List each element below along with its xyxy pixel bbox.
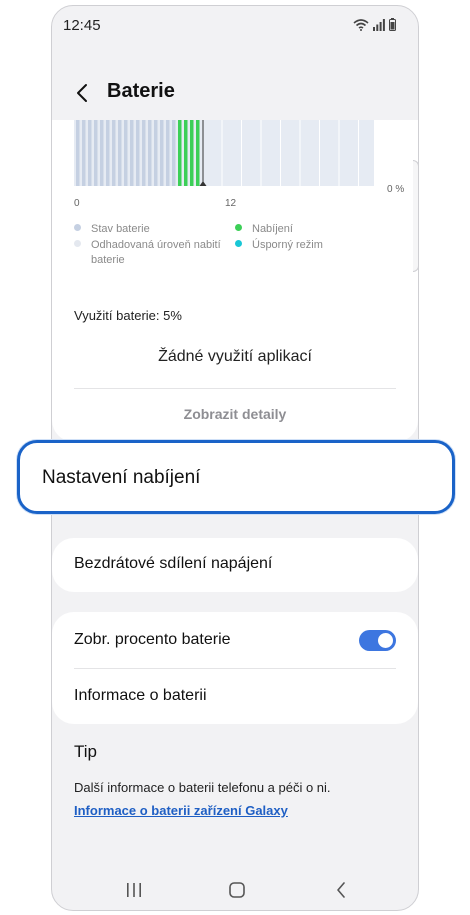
battery-icon xyxy=(389,18,396,31)
chart-bar-state xyxy=(154,120,158,186)
wifi-icon xyxy=(353,19,369,31)
chart-bar-state xyxy=(82,120,86,186)
legend-dot xyxy=(74,224,81,231)
battery-info-row[interactable]: Informace o baterii xyxy=(52,669,418,724)
legend-dot xyxy=(235,224,242,231)
signal-icon xyxy=(373,19,385,31)
legend-power-saving: Úsporný režim xyxy=(235,238,323,253)
status-bar: 12:45 xyxy=(52,6,418,42)
divider xyxy=(74,388,396,389)
chevron-left-icon xyxy=(337,882,345,898)
chart-bar-state xyxy=(166,120,170,186)
galaxy-battery-info-link[interactable]: Informace o baterii zařízení Galaxy xyxy=(74,803,288,818)
chart-bar-charging xyxy=(184,120,188,186)
show-details-button[interactable]: Zobrazit detaily xyxy=(52,406,418,422)
chart-bars xyxy=(76,120,200,186)
home-button[interactable] xyxy=(223,880,251,900)
chart-bar-state xyxy=(148,120,152,186)
battery-usage-card: 0 12 0 % Stav baterie Odhadovaná úroveň … xyxy=(52,120,418,442)
side-key xyxy=(413,160,419,272)
legend-charging: Nabíjení xyxy=(235,222,293,237)
chart-bar-state xyxy=(94,120,98,186)
wireless-sharing-card[interactable]: Bezdrátové sdílení napájení xyxy=(52,538,418,592)
battery-options-card: Zobr. procento baterie Informace o bater… xyxy=(52,612,418,724)
battery-usage-label: Využití baterie: 5% xyxy=(74,308,182,323)
chart-bar-state xyxy=(136,120,140,186)
chart-bar-charging xyxy=(196,120,200,186)
y-tick-0: 0 % xyxy=(387,184,405,195)
show-battery-percent-label: Zobr. procento baterie xyxy=(74,631,231,648)
chart-bar-state xyxy=(172,120,176,186)
chart-bar-state xyxy=(118,120,122,186)
charging-settings-label: Nastavení nabíjení xyxy=(42,467,201,488)
recent-apps-button[interactable] xyxy=(120,880,148,900)
page-title: Baterie xyxy=(107,80,175,102)
chart-bar-state xyxy=(88,120,92,186)
battery-chart xyxy=(74,120,374,186)
legend-battery-state: Stav baterie xyxy=(74,222,150,237)
status-time: 12:45 xyxy=(63,17,101,34)
tip-text: Další informace o baterii telefonu a péč… xyxy=(74,780,331,795)
toggle-knob xyxy=(378,633,393,648)
chart-bar-state xyxy=(100,120,104,186)
app-header: Baterie xyxy=(52,66,418,120)
recent-apps-icon xyxy=(127,883,141,897)
chart-bar-state xyxy=(124,120,128,186)
battery-info-label: Informace o baterii xyxy=(74,687,207,704)
navigation-bar xyxy=(52,866,418,910)
chart-bar-state xyxy=(76,120,80,186)
chart-bar-state xyxy=(130,120,134,186)
legend-dot xyxy=(74,240,81,247)
chart-bar-state xyxy=(106,120,110,186)
tip-title: Tip xyxy=(74,742,97,761)
no-app-usage-text: Žádné využití aplikací xyxy=(158,348,312,365)
wireless-power-sharing-label: Bezdrátové sdílení napájení xyxy=(74,555,273,572)
charging-settings-item[interactable]: Nastavení nabíjení xyxy=(17,440,455,514)
chart-bar-charging xyxy=(178,120,182,186)
legend-dot xyxy=(235,240,242,247)
x-tick-12: 12 xyxy=(225,198,237,209)
battery-percent-toggle[interactable] xyxy=(359,630,396,651)
back-button[interactable] xyxy=(70,80,94,106)
chevron-left-icon xyxy=(77,84,87,102)
chart-bar-charging xyxy=(190,120,194,186)
x-tick-0: 0 xyxy=(74,198,80,209)
home-icon xyxy=(229,882,245,898)
back-nav-button[interactable] xyxy=(327,880,355,900)
chart-bar-state xyxy=(112,120,116,186)
chart-bar-state xyxy=(160,120,164,186)
show-battery-percent-row[interactable]: Zobr. procento baterie xyxy=(52,612,418,668)
chart-bar-state xyxy=(142,120,146,186)
legend-estimated-level: Odhadovaná úroveň nabití baterie xyxy=(74,238,221,268)
status-icons xyxy=(353,18,396,31)
